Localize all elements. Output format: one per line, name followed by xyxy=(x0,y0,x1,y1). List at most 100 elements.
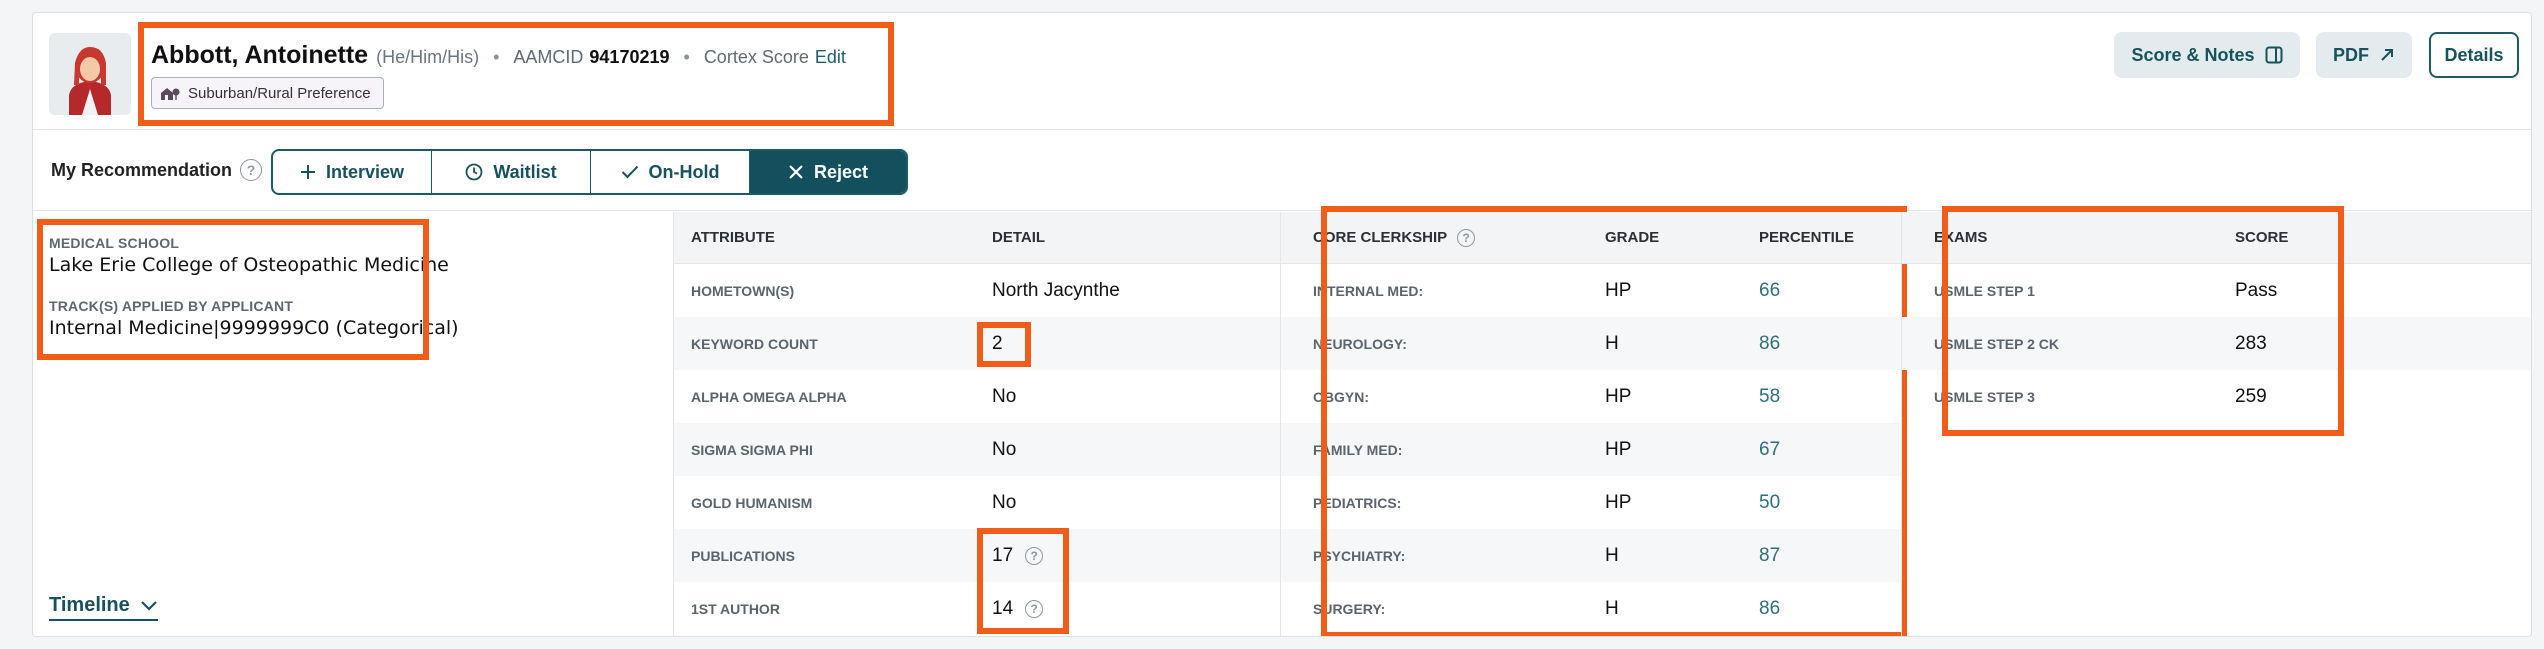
applicant-name: Abbott, Antoinette xyxy=(151,41,369,69)
help-icon[interactable]: ? xyxy=(1457,228,1476,247)
clerkship-grade: HP xyxy=(1605,279,1632,301)
clerkship-name: NEUROLOGY: xyxy=(1313,335,1407,352)
timeline-toggle[interactable]: Timeline xyxy=(49,594,158,621)
attribute-name: HOMETOWN(S) xyxy=(691,282,795,299)
applicant-name-row: Abbott, Antoinette (He/Him/His) • AAMCID… xyxy=(151,41,846,70)
table-row: INTERNAL MED: HP 66 xyxy=(1281,264,1901,317)
tracks-value: Internal Medicine|9999999C0 (Categorical… xyxy=(49,317,459,339)
details-label: Details xyxy=(2444,44,2504,65)
side-panel-icon xyxy=(2265,46,2283,64)
waitlist-button[interactable]: Waitlist xyxy=(432,151,591,193)
highlight-header xyxy=(138,22,894,126)
chevron-down-icon xyxy=(141,600,157,611)
applicant-pronouns: (He/Him/His) xyxy=(376,47,480,67)
attribute-name: PUBLICATIONS xyxy=(691,547,795,564)
attribute-detail: 2 xyxy=(992,332,1003,354)
clerkship-percentile: 58 xyxy=(1759,385,1781,407)
attributes-table: ATTRIBUTE DETAIL HOMETOWN(S) North Jacyn… xyxy=(674,212,1280,636)
on-hold-button[interactable]: On-Hold xyxy=(591,151,750,193)
clerkship-name: PSYCHIATRY: xyxy=(1313,547,1406,564)
attribute-name: KEYWORD COUNT xyxy=(691,335,818,352)
clerkship-percentile: 87 xyxy=(1759,544,1781,566)
clerkship-column-header: CORE CLERKSHIP ? xyxy=(1313,212,1476,263)
attributes-header: ATTRIBUTE DETAIL xyxy=(674,212,1280,264)
exam-column-header: EXAMS xyxy=(1934,229,1988,246)
table-row: PUBLICATIONS 17 ? xyxy=(674,529,1280,582)
clerkship-percentile: 86 xyxy=(1759,332,1781,354)
external-link-icon xyxy=(2381,49,2393,61)
exams-table: EXAMS SCORE USMLE STEP 1 Pass USMLE STEP… xyxy=(1902,206,2531,636)
table-row: HOMETOWN(S) North Jacynthe xyxy=(674,264,1280,317)
avatar xyxy=(49,33,131,115)
score-column-header: SCORE xyxy=(2235,229,2289,246)
x-icon xyxy=(789,165,803,179)
exams-header: EXAMS SCORE xyxy=(1902,212,2531,264)
recommendation-bar: My Recommendation ? Interview Waitlist O… xyxy=(33,131,2531,211)
attribute-column-header: ATTRIBUTE xyxy=(691,229,775,246)
attribute-detail: 14 ? xyxy=(992,582,1044,635)
cortex-score-label: Cortex Score xyxy=(703,47,809,67)
table-row: USMLE STEP 3 259 xyxy=(1902,370,2531,423)
clerkship-grade: H xyxy=(1605,544,1619,566)
medical-school-value: Lake Erie College of Osteopathic Medicin… xyxy=(49,254,449,276)
school-panel: MEDICAL SCHOOL Lake Erie College of Oste… xyxy=(33,212,673,636)
recommendation-label: My Recommendation ? xyxy=(51,159,263,181)
percentile-column-header: PERCENTILE xyxy=(1759,229,1855,246)
aamcid-value: 94170219 xyxy=(589,47,670,67)
clerkship-grade: H xyxy=(1605,597,1619,619)
medical-school-label: MEDICAL SCHOOL xyxy=(49,235,180,251)
table-row: PSYCHIATRY: H 87 xyxy=(1281,529,1901,582)
clerkship-name: SURGERY: xyxy=(1313,600,1386,617)
attribute-detail: No xyxy=(992,385,1017,407)
table-row: USMLE STEP 2 CK 283 xyxy=(1902,317,2531,370)
attribute-name: ALPHA OMEGA ALPHA xyxy=(691,388,847,405)
table-row: ALPHA OMEGA ALPHA No xyxy=(674,370,1280,423)
table-row: USMLE STEP 1 Pass xyxy=(1902,264,2531,317)
table-row: NEUROLOGY: H 86 xyxy=(1281,317,1901,370)
help-icon[interactable]: ? xyxy=(1025,599,1044,618)
cortex-edit-link[interactable]: Edit xyxy=(815,47,846,68)
table-row: 1ST AUTHOR 14 ? xyxy=(674,582,1280,635)
table-row: FAMILY MED: HP 67 xyxy=(1281,423,1901,476)
plus-icon xyxy=(300,165,315,179)
pdf-label: PDF xyxy=(2333,44,2369,65)
interview-button[interactable]: Interview xyxy=(273,151,432,193)
check-icon xyxy=(621,165,638,179)
exam-score: 283 xyxy=(2235,332,2267,354)
attribute-name: GOLD HUMANISM xyxy=(691,494,813,511)
exam-score: Pass xyxy=(2235,279,2278,301)
clerkship-name: INTERNAL MED: xyxy=(1313,282,1424,299)
table-row: SURGERY: H 86 xyxy=(1281,582,1901,635)
clerkship-grade: H xyxy=(1605,332,1619,354)
clerkship-header: CORE CLERKSHIP ? GRADE PERCENTILE xyxy=(1281,212,1901,264)
applicant-header: Abbott, Antoinette (He/Him/His) • AAMCID… xyxy=(33,13,2531,130)
attribute-detail: 17 ? xyxy=(992,529,1044,582)
clerkship-percentile: 67 xyxy=(1759,438,1781,460)
clerkship-percentile: 66 xyxy=(1759,279,1781,301)
attribute-detail: No xyxy=(992,438,1017,460)
details-button[interactable]: Details xyxy=(2429,32,2519,78)
grade-column-header: GRADE xyxy=(1605,229,1660,246)
aamcid-label: AAMCID xyxy=(513,47,584,67)
separator-dot: • xyxy=(493,47,500,67)
detail-column-header: DETAIL xyxy=(992,229,1046,246)
table-row: GOLD HUMANISM No xyxy=(674,476,1280,529)
separator-dot: • xyxy=(683,47,690,67)
clerkship-name: FAMILY MED: xyxy=(1313,441,1403,458)
clerkship-grade: HP xyxy=(1605,491,1632,513)
reject-button[interactable]: Reject xyxy=(750,151,906,193)
help-icon[interactable]: ? xyxy=(240,159,263,181)
exam-score: 259 xyxy=(2235,385,2267,407)
clerkship-percentile: 50 xyxy=(1759,491,1781,513)
pdf-button[interactable]: PDF xyxy=(2316,32,2412,78)
score-notes-label: Score & Notes xyxy=(2131,44,2255,65)
clerkship-grade: HP xyxy=(1605,385,1632,407)
help-icon[interactable]: ? xyxy=(1025,546,1044,565)
clerkship-name: OBGYN: xyxy=(1313,388,1369,405)
preference-badge: Suburban/Rural Preference xyxy=(151,77,384,109)
exam-name: USMLE STEP 3 xyxy=(1934,388,2035,405)
score-notes-button[interactable]: Score & Notes xyxy=(2114,32,2300,78)
table-row: OBGYN: HP 58 xyxy=(1281,370,1901,423)
exam-name: USMLE STEP 1 xyxy=(1934,282,2035,299)
clerkship-percentile: 86 xyxy=(1759,597,1781,619)
